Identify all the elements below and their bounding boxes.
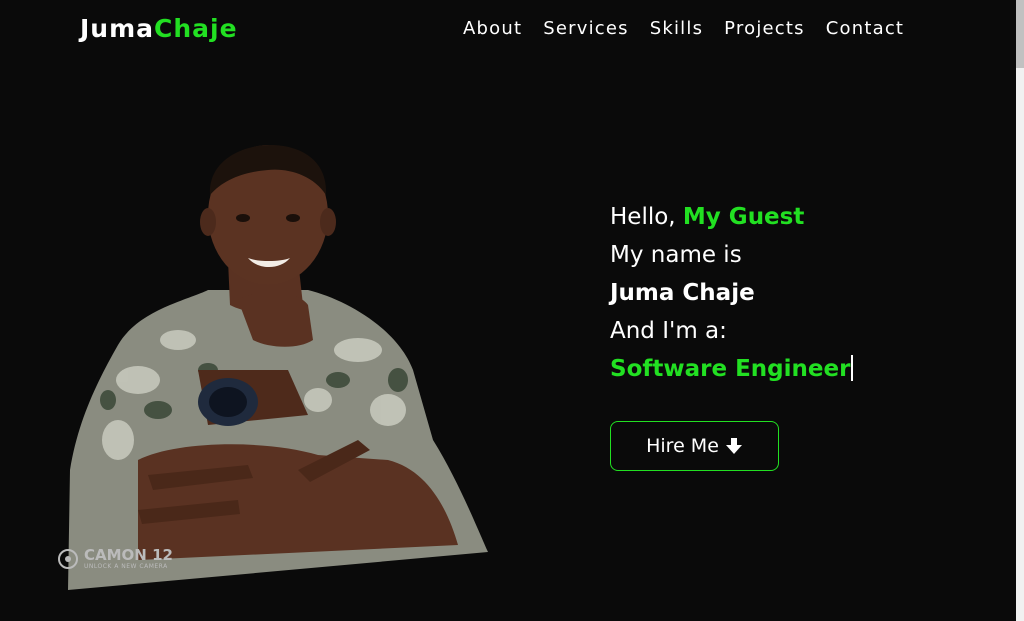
hire-me-label: Hire Me: [646, 435, 719, 457]
profile-photo: [68, 145, 488, 590]
arrow-down-icon: [725, 437, 743, 455]
greeting-text: Hello,: [610, 204, 676, 230]
hero-intro: Hello, My Guest My name is Juma Chaje An…: [610, 198, 854, 388]
greeting-line: Hello, My Guest: [610, 198, 853, 236]
watermark-tag: UNLOCK A NEW CAMERA: [84, 563, 168, 570]
page-scrollbar[interactable]: [1016, 0, 1024, 621]
hire-me-button[interactable]: Hire Me: [610, 421, 779, 471]
main-nav: About Services Skills Projects Contact: [463, 18, 904, 39]
hero-role: Software Engineer: [610, 356, 851, 382]
logo-first: Juma: [80, 14, 155, 43]
nav-about[interactable]: About: [463, 18, 522, 39]
camera-watermark: CAMON 12 UNLOCK A NEW CAMERA: [58, 548, 173, 570]
role-intro: And I'm a:: [610, 318, 727, 344]
logo-second: Chaje: [154, 14, 238, 43]
camera-icon: [58, 549, 78, 569]
nav-projects[interactable]: Projects: [724, 18, 805, 39]
scrollbar-thumb[interactable]: [1016, 0, 1024, 68]
nav-skills[interactable]: Skills: [650, 18, 703, 39]
nav-services[interactable]: Services: [543, 18, 629, 39]
page: JumaChaje About Services Skills Projects…: [0, 0, 1024, 621]
site-logo[interactable]: JumaChaje: [80, 14, 238, 43]
role-line: Software Engineer: [610, 350, 854, 388]
greeting-accent: My Guest: [682, 204, 805, 230]
typing-cursor: [851, 355, 854, 381]
watermark-brand: CAMON 12: [84, 546, 173, 564]
nav-contact[interactable]: Contact: [826, 18, 904, 39]
hero-name: Juma Chaje: [610, 280, 755, 306]
name-intro: My name is: [610, 242, 742, 268]
